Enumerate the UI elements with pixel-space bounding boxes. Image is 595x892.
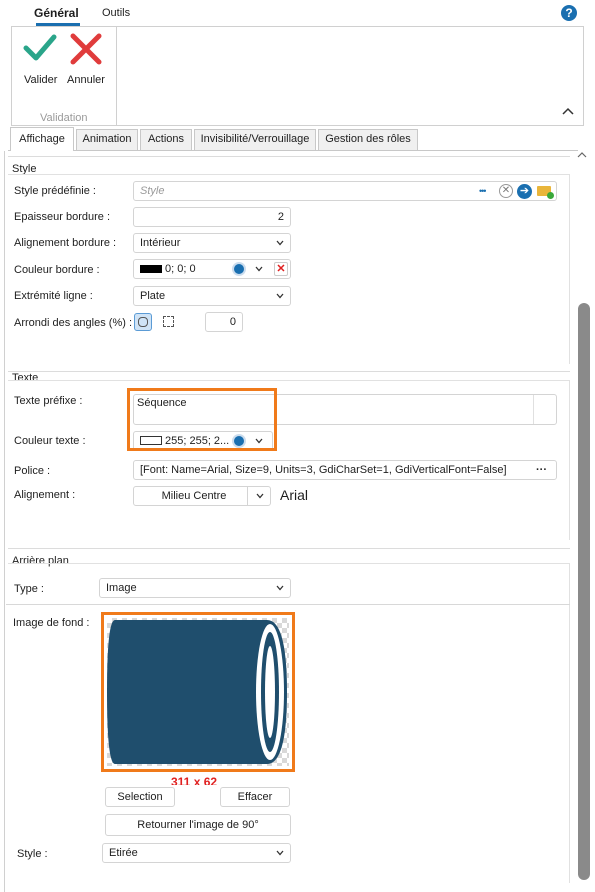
validation-group-label: Validation [40, 112, 88, 124]
remove-color-icon[interactable]: ✕ [274, 262, 288, 276]
clear-circle-icon[interactable]: ✕ [499, 184, 513, 198]
rounded-corner-icon [138, 317, 148, 327]
chevron-down-icon [276, 585, 284, 591]
bg-image-preview[interactable] [107, 618, 289, 766]
rotate-image-button[interactable]: Retourner l'image de 90° [105, 814, 291, 836]
chevron-down-icon [276, 850, 284, 856]
bg-style-select[interactable]: Etirée [102, 843, 291, 863]
tab-actions[interactable]: Actions [140, 129, 192, 150]
chevron-down-icon [276, 240, 284, 246]
square-corner-icon [163, 316, 174, 327]
help-icon[interactable]: ? [561, 5, 577, 21]
bg-style-value: Etirée [109, 847, 138, 859]
color-picker-icon[interactable] [232, 262, 246, 276]
text-align-value: Milieu Centre [161, 490, 227, 502]
validate-button[interactable]: Valider [18, 30, 64, 90]
font-browse-icon[interactable]: ··· [536, 461, 547, 479]
highlight-box-text [127, 388, 277, 451]
ribbon-group-divider [116, 27, 117, 125]
text-color-label: Couleur texte : [14, 435, 86, 447]
validate-label: Valider [24, 74, 58, 86]
bg-style-label: Style : [17, 848, 48, 860]
text-align-select[interactable]: Milieu Centre [133, 486, 271, 506]
border-color-swatch [140, 265, 162, 273]
selection-button[interactable]: Selection [105, 787, 175, 807]
line-end-value: Plate [140, 290, 166, 302]
border-color-picker[interactable]: 0; 0; 0 ✕ [133, 259, 291, 279]
line-end-label: Extrémité ligne : [14, 290, 93, 302]
style-top-divider [8, 156, 570, 157]
bg-type-select[interactable]: Image [99, 578, 291, 598]
border-align-label: Alignement bordure : [14, 237, 117, 249]
line-end-select[interactable]: Plate [133, 286, 291, 306]
chevron-down-icon [276, 293, 284, 299]
chevron-down-icon [256, 493, 264, 499]
clear-button[interactable]: Effacer [220, 787, 290, 807]
scroll-up-icon[interactable] [576, 150, 588, 158]
border-align-select[interactable]: Intérieur [133, 233, 291, 253]
corner-radius-label: Arrondi des angles (%) : [14, 317, 132, 329]
border-width-label: Epaisseur bordure : [14, 211, 110, 223]
prefix-text-side-button[interactable] [533, 395, 534, 424]
tab-animation[interactable]: Animation [76, 129, 138, 150]
font-value: [Font: Name=Arial, Size=9, Units=3, GdiC… [140, 464, 507, 476]
text-align-divider [247, 487, 248, 505]
folder-add-plus-icon [547, 192, 554, 199]
checkmark-icon [23, 34, 57, 61]
font-input[interactable]: [Font: Name=Arial, Size=9, Units=3, GdiC… [133, 460, 557, 480]
bg-image-label: Image de fond : [13, 617, 90, 629]
text-align-label: Alignement : [14, 489, 76, 501]
tab-invisibilite[interactable]: Invisibilité/Verrouillage [194, 129, 316, 150]
text-divider [8, 371, 570, 372]
collapse-ribbon-icon[interactable] [562, 107, 574, 115]
apply-arrow-icon[interactable]: ➔ [517, 184, 532, 199]
border-color-label: Couleur bordure : [14, 264, 100, 276]
border-color-value: 0; 0; 0 [165, 263, 196, 275]
more-options-icon[interactable]: ••• [479, 182, 487, 200]
corner-radius-input[interactable]: 0 [205, 312, 243, 332]
background-divider [8, 548, 570, 549]
tab-gestion-roles[interactable]: Gestion des rôles [318, 129, 418, 150]
rounded-corners-toggle[interactable] [134, 313, 152, 331]
predefined-style-input[interactable]: Style ••• ✕ ➔ [133, 181, 557, 201]
predefined-style-label: Style prédéfinie : [14, 185, 96, 197]
tab-affichage[interactable]: Affichage [10, 127, 74, 151]
square-corners-toggle[interactable] [160, 313, 178, 331]
font-label: Police : [14, 465, 51, 477]
cancel-label: Annuler [67, 74, 105, 86]
cancel-button[interactable]: Annuler [66, 30, 110, 90]
ribbon-tab-outils[interactable]: Outils [102, 7, 130, 19]
bg-type-value: Image [106, 582, 137, 594]
chevron-down-icon[interactable] [255, 265, 263, 273]
bg-type-label: Type : [14, 583, 44, 595]
ribbon-tab-general[interactable]: Général [34, 6, 79, 20]
border-width-input[interactable]: 2 [133, 207, 291, 227]
border-align-value: Intérieur [140, 237, 181, 249]
vertical-scrollbar[interactable] [578, 303, 590, 880]
predefined-style-placeholder: Style [140, 185, 165, 197]
cross-icon [70, 33, 102, 65]
font-preview: Arial [280, 487, 309, 503]
image-size-label: 311 x 62 [171, 775, 218, 785]
prefix-text-label: Texte préfixe : [14, 395, 83, 407]
cylinder-image [107, 620, 287, 764]
